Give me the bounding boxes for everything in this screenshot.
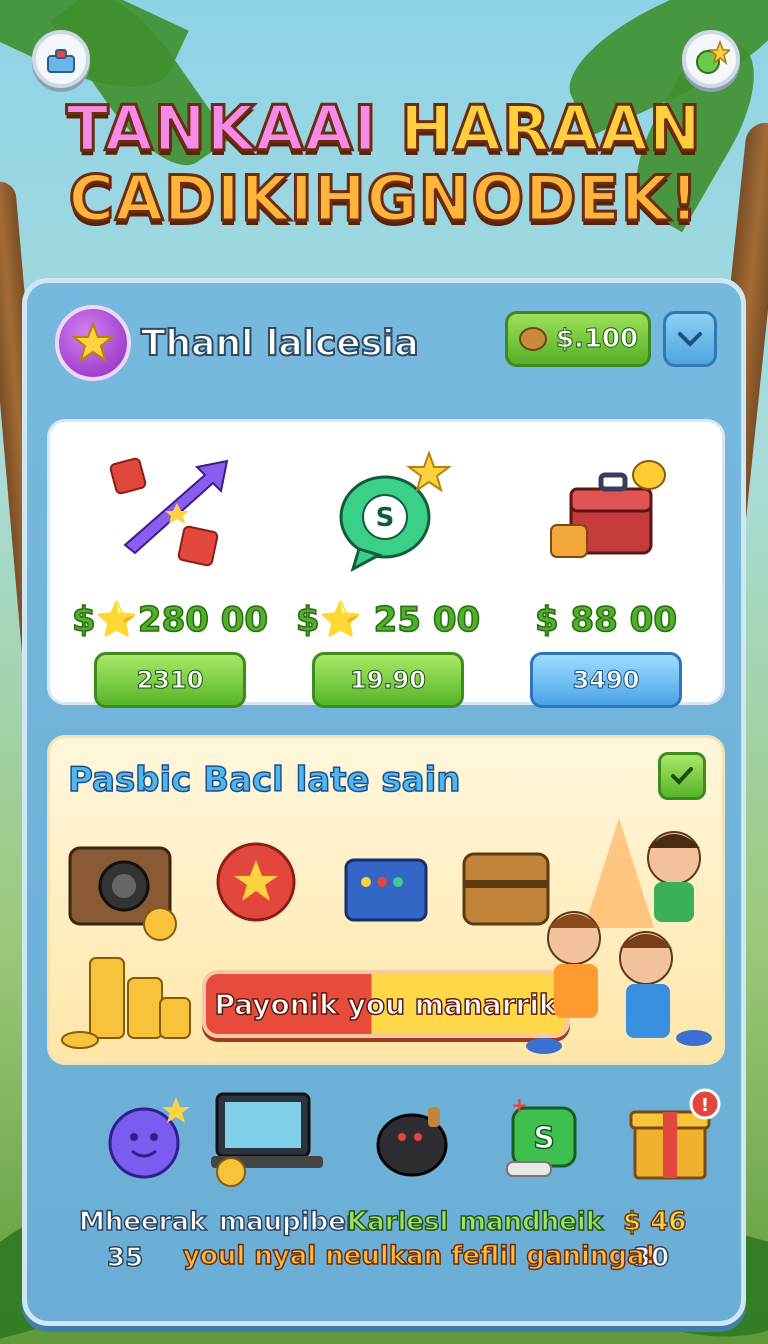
item-price: $⭐280 00 bbox=[71, 599, 269, 641]
shop-item: $⭐280 00 2310 bbox=[70, 432, 270, 708]
promo-cta-button[interactable]: Payonik you manarrik bbox=[202, 970, 570, 1038]
arrow-dice-icon bbox=[70, 432, 270, 588]
blue-box-icon bbox=[344, 858, 428, 922]
nut-coin-icon bbox=[518, 327, 547, 351]
panel-header: Thanl lalcesia $.100 bbox=[51, 303, 717, 387]
buy-button[interactable]: 2310 bbox=[94, 652, 246, 708]
speaker-creature-icon bbox=[343, 1083, 483, 1193]
treasure-chest-icon bbox=[506, 432, 706, 588]
green-gift-s-icon: S + bbox=[473, 1083, 613, 1193]
promo-checkbox[interactable] bbox=[658, 752, 706, 800]
rewards-button[interactable] bbox=[682, 30, 740, 88]
title-part-a: TANKAAI bbox=[65, 91, 378, 167]
chat-bubble-coin-icon: S bbox=[288, 432, 488, 588]
reward-label: mandheik bbox=[458, 1206, 604, 1238]
check-icon bbox=[671, 767, 693, 785]
reward-label: Karlesl bbox=[346, 1206, 449, 1238]
game-title-line-1: TANKAAI HARAAN bbox=[0, 91, 768, 167]
game-title-line-2: CADIKIHGNODEK! bbox=[67, 161, 700, 237]
star-wand-icon bbox=[696, 40, 730, 74]
reward-item[interactable] bbox=[343, 1083, 483, 1193]
coin-stack-icon bbox=[61, 957, 191, 1049]
svg-text:+: + bbox=[511, 1093, 528, 1117]
reward-item[interactable] bbox=[197, 1083, 337, 1193]
currency-balance[interactable]: $.100 bbox=[505, 311, 651, 367]
shop-item: $ 88 00 3490 bbox=[506, 432, 706, 708]
reward-item[interactable] bbox=[77, 1083, 217, 1193]
red-button-icon bbox=[216, 842, 296, 922]
smiley-orb-icon bbox=[77, 1083, 217, 1193]
footer-message: youl nyal neulkan feflil ganinga! bbox=[182, 1240, 657, 1272]
toolbox-icon bbox=[47, 49, 75, 73]
promo-banner: Pasbic Bacl late sain Payonik you manarr… bbox=[47, 735, 725, 1065]
reward-label: $ 46 bbox=[622, 1206, 687, 1238]
star-badge-icon bbox=[55, 305, 131, 381]
item-price: $ 88 00 bbox=[534, 599, 677, 641]
reward-label: maupiber bbox=[218, 1206, 359, 1238]
promo-title: Pasbic Bacl late sain bbox=[67, 759, 461, 801]
svg-text:S: S bbox=[533, 1121, 555, 1156]
item-price: $⭐ 25 00 bbox=[295, 599, 481, 641]
coin-amount: $.100 bbox=[555, 324, 639, 355]
reward-count: 35 bbox=[106, 1242, 144, 1274]
shop-item: S $⭐ 25 00 19.90 bbox=[288, 432, 488, 708]
promo-items bbox=[60, 824, 560, 954]
toolbox-button[interactable] bbox=[32, 30, 90, 88]
title-part-b: HARAAN bbox=[399, 91, 702, 167]
buy-button[interactable]: 19.90 bbox=[312, 652, 464, 708]
laptop-icon bbox=[197, 1083, 337, 1193]
cheering-kids-icon bbox=[526, 818, 712, 1054]
svg-text:!: ! bbox=[701, 1095, 709, 1116]
gift-box-icon: ! bbox=[601, 1083, 741, 1193]
reward-label: Mheerak bbox=[78, 1206, 207, 1238]
buy-button[interactable]: 3490 bbox=[530, 652, 682, 708]
shop-panel: Thanl lalcesia $.100 $⭐280 00 2310 S $⭐ … bbox=[22, 278, 746, 1326]
shop-offers-card: $⭐280 00 2310 S $⭐ 25 00 19.90 $ 88 00 3… bbox=[47, 419, 725, 708]
chevron-down-icon bbox=[678, 332, 702, 347]
panel-title: Thanl lalcesia bbox=[140, 322, 420, 365]
dropdown-button[interactable] bbox=[663, 311, 717, 367]
svg-text:S: S bbox=[376, 503, 395, 533]
reward-item[interactable]: ! bbox=[601, 1083, 741, 1193]
reward-item[interactable]: S + bbox=[473, 1083, 613, 1193]
camera-icon bbox=[68, 846, 177, 941]
